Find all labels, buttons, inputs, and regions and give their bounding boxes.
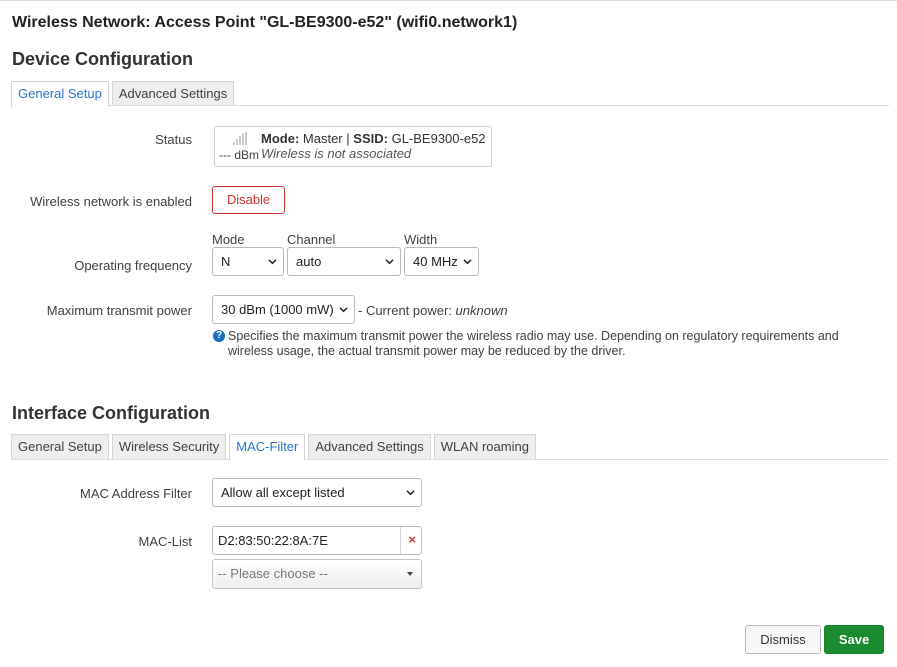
chevron-down-icon (339, 307, 348, 313)
width-select-value: 40 MHz (413, 254, 458, 269)
mode-label: Mode (212, 232, 245, 247)
ssid-value: GL-BE9300-e52 (391, 131, 486, 146)
tab-divider (11, 105, 889, 106)
mac-filter-select[interactable]: Allow all except listed (212, 478, 422, 507)
device-config-tabs: General Setup Advanced Settings (11, 81, 237, 107)
status-separator: | (346, 131, 350, 146)
tab-wireless-security[interactable]: Wireless Security (111, 434, 227, 459)
mac-list-choose-dropdown[interactable]: -- Please choose -- (212, 559, 422, 589)
mode-select-value: N (221, 254, 231, 269)
txpower-hint: Specifies the maximum transmit power the… (228, 329, 839, 358)
help-icon: ? (213, 330, 225, 342)
tab-advanced-settings[interactable]: Advanced Settings (308, 434, 431, 459)
status-mode-ssid: Mode: Master | SSID: GL-BE9300-e52 (261, 131, 486, 146)
caret-down-icon (407, 572, 413, 576)
signal-dbm: --- dBm (219, 148, 259, 162)
enabled-label: Wireless network is enabled (30, 194, 192, 209)
txpower-select-value: 30 dBm (1000 mW) (221, 302, 334, 317)
interface-config-heading: Interface Configuration (12, 403, 211, 423)
page-title: Wireless Network: Access Point "GL-BE930… (12, 14, 518, 31)
channel-label: Channel (287, 232, 336, 247)
mode-select[interactable]: N (212, 247, 284, 276)
tab-general-setup[interactable]: General Setup (11, 434, 109, 459)
width-label: Width (404, 232, 438, 247)
device-config-heading: Device Configuration (12, 49, 194, 69)
current-power: - Current power: unknown (358, 303, 508, 318)
entry-divider (400, 527, 401, 554)
status-label: Status (155, 132, 192, 147)
chevron-down-icon (268, 259, 277, 265)
current-power-prefix: - Current power: (358, 303, 452, 318)
remove-icon[interactable]: × (408, 532, 416, 547)
mac-list-entry[interactable]: D2:83:50:22:8A:7E × (212, 526, 422, 555)
ssid-key: SSID: (353, 131, 388, 146)
association-status: Wireless is not associated (261, 146, 412, 161)
txpower-label: Maximum transmit power (46, 303, 192, 318)
current-power-value: unknown (455, 303, 508, 318)
width-select[interactable]: 40 MHz (404, 247, 479, 276)
frequency-label: Operating frequency (74, 258, 192, 273)
chevron-down-icon (406, 490, 415, 496)
tab-mac-filter[interactable]: MAC-Filter (229, 434, 306, 460)
mac-filter-label: MAC Address Filter (80, 486, 192, 501)
save-button[interactable]: Save (824, 625, 884, 654)
signal-bars-icon (233, 132, 249, 145)
dismiss-button[interactable]: Dismiss (745, 625, 821, 654)
chevron-down-icon (463, 259, 472, 265)
tab-advanced-settings[interactable]: Advanced Settings (111, 81, 235, 106)
tab-wlan-roaming[interactable]: WLAN roaming (433, 434, 536, 459)
channel-select-value: auto (296, 254, 322, 269)
chevron-down-icon (385, 259, 394, 265)
tab-divider (11, 459, 889, 460)
choose-placeholder: -- Please choose -- (218, 566, 328, 581)
top-border (0, 0, 897, 1)
status-box: --- dBm Mode: Master | SSID: GL-BE9300-e… (214, 126, 492, 167)
mode-key: Mode: (261, 131, 300, 146)
txpower-select[interactable]: 30 dBm (1000 mW) (212, 295, 355, 324)
mac-filter-select-value: Allow all except listed (221, 485, 345, 500)
channel-select[interactable]: auto (287, 247, 401, 276)
interface-config-tabs: General Setup Wireless Security MAC-Filt… (11, 434, 539, 460)
mac-list-label: MAC-List (138, 534, 192, 549)
mode-value: Master (302, 131, 343, 146)
mac-entry-value: D2:83:50:22:8A:7E (218, 533, 328, 548)
disable-button[interactable]: Disable (212, 186, 285, 214)
tab-general-setup[interactable]: General Setup (11, 81, 109, 107)
